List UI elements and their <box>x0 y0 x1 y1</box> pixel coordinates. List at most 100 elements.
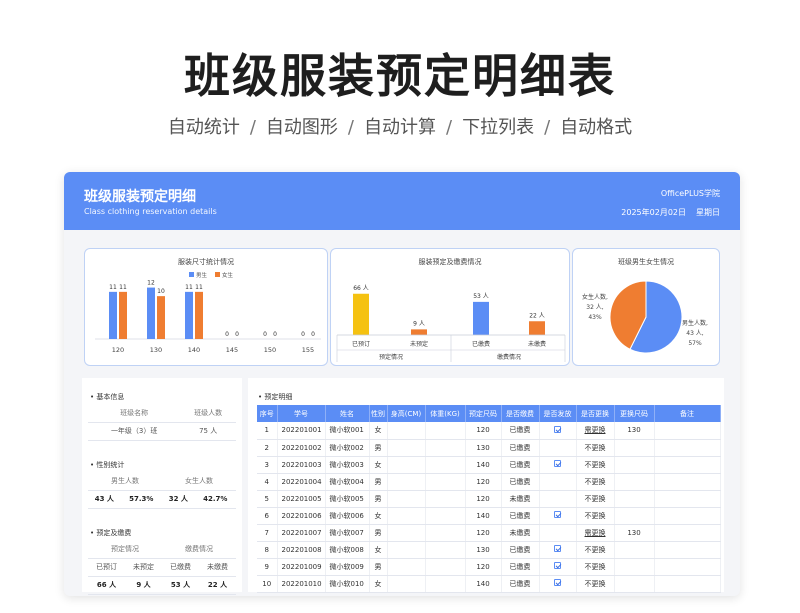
table-cell <box>654 524 721 542</box>
slice-label: 32 人, <box>586 304 604 311</box>
column-header[interactable]: 是否发放 <box>539 405 577 422</box>
data-label: 12 <box>147 280 155 287</box>
slice-label: 男生人数, <box>682 319 708 327</box>
checkbox-checked[interactable] <box>554 511 561 518</box>
column-header[interactable]: 预定尺码 <box>465 405 502 422</box>
column-header[interactable]: 性别 <box>369 405 388 422</box>
column-header[interactable]: 身高(CM) <box>387 405 426 422</box>
column-header[interactable]: 更换尺码 <box>614 405 655 422</box>
column-header[interactable]: 备注 <box>654 405 721 422</box>
table-cell: 微小软007 <box>325 524 370 542</box>
checkbox-checked[interactable] <box>554 545 561 552</box>
org-name: OfficePLUS学院 <box>660 189 720 198</box>
table-cell <box>654 422 721 440</box>
table-cell: 女 <box>369 456 388 474</box>
tick-label: 150 <box>264 346 276 354</box>
table-cell[interactable] <box>539 456 577 474</box>
table-cell: 不更换 <box>576 575 615 593</box>
table-cell[interactable] <box>539 524 577 542</box>
table-cell <box>425 575 466 593</box>
table-cell <box>387 422 426 440</box>
table-cell <box>387 473 426 491</box>
size-chart-panel: 服装尺寸统计情况 男生 女生 11 11 120 12 10 130 11 11 140 0 0 145 0… <box>84 248 328 366</box>
table-cell: 130 <box>465 541 502 559</box>
tick-label: 140 <box>188 346 200 354</box>
data-label: 0 <box>235 331 239 338</box>
separator: / <box>446 117 453 138</box>
slice-label: 57% <box>688 340 702 347</box>
size-bar-chart: 男生 女生11 11120121013011 111400 01450 01500 0155 <box>95 271 321 354</box>
unbooked-count: 9 人 <box>125 576 162 595</box>
slice-label: 43% <box>588 314 602 321</box>
table-cell[interactable] <box>539 473 577 491</box>
table-cell <box>425 422 466 440</box>
tick-label: 已缴费 <box>472 340 490 348</box>
table-cell: 不更换 <box>576 558 615 576</box>
table-cell: 已缴费 <box>501 422 540 440</box>
table-cell[interactable] <box>539 541 577 559</box>
header-cell: 男生人数 <box>88 472 162 491</box>
table-cell <box>387 507 426 525</box>
table-cell <box>654 490 721 508</box>
table-cell <box>614 456 655 474</box>
table-cell: 不更换 <box>576 456 615 474</box>
table-cell[interactable] <box>539 439 577 457</box>
header-cell: 女生人数 <box>161 472 236 491</box>
table-cell <box>425 507 466 525</box>
separator: / <box>249 117 256 138</box>
column-header[interactable]: 学号 <box>277 405 326 422</box>
table-cell <box>425 473 466 491</box>
table-cell <box>614 507 655 525</box>
table-row: 4 202201004 微小软004 男 120 已缴费 不更换 <box>257 473 721 491</box>
feature-list: 自动统计 / 自动图形 / 自动计算 / 下拉列表 / 自动格式 <box>0 113 800 139</box>
checkbox-checked[interactable] <box>554 579 561 586</box>
column-header[interactable]: 序号 <box>257 405 278 422</box>
checkbox-checked[interactable] <box>554 562 561 569</box>
card-header: 班级服装预定明细 Class clothing reservation deta… <box>64 172 740 230</box>
table-cell: 已缴费 <box>501 541 540 559</box>
table-cell: 不更换 <box>576 541 615 559</box>
tick-label: 130 <box>150 346 162 354</box>
table-row: 9 202201009 微小软009 男 120 已缴费 不更换 <box>257 558 721 576</box>
table-cell <box>614 541 655 559</box>
tick-label: 145 <box>226 346 238 354</box>
table-cell: 9 <box>257 558 278 576</box>
table-row: 7 202201007 微小软007 男 120 未缴费 需更换 130 <box>257 524 721 542</box>
table-cell <box>614 473 655 491</box>
table-cell: 120 <box>465 490 502 508</box>
checkbox-checked[interactable] <box>554 460 561 467</box>
table-cell <box>387 558 426 576</box>
table-cell: 2 <box>257 439 278 457</box>
table-cell[interactable] <box>539 507 577 525</box>
data-label: 11 <box>195 284 203 291</box>
bar <box>147 287 155 339</box>
table-cell: 202201005 <box>277 490 326 508</box>
column-header[interactable]: 是否更换 <box>576 405 615 422</box>
header-cell: 已缴费 <box>162 558 199 577</box>
checkbox-checked[interactable] <box>554 425 561 433</box>
table-cell <box>614 439 655 457</box>
table-cell[interactable] <box>539 422 577 440</box>
section-title-detail: • 预定明细 <box>258 393 293 401</box>
bar <box>185 291 193 339</box>
column-header[interactable]: 是否缴费 <box>501 405 540 422</box>
female-count: 32 人 <box>161 490 195 509</box>
separator: / <box>544 117 551 138</box>
table-row: 8 202201008 微小软008 女 130 已缴费 不更换 <box>257 541 721 559</box>
bar <box>473 301 489 335</box>
table-cell: 202201004 <box>277 473 326 491</box>
table-cell[interactable] <box>539 490 577 508</box>
table-cell: 202201001 <box>277 422 326 440</box>
table-row: 6 202201006 微小软006 女 140 已缴费 不更换 <box>257 507 721 525</box>
column-header[interactable]: 姓名 <box>325 405 370 422</box>
table-cell[interactable] <box>539 575 577 593</box>
table-cell: 4 <box>257 473 278 491</box>
table-cell[interactable] <box>539 558 577 576</box>
table-cell: 不更换 <box>576 473 615 491</box>
table-cell: 130 <box>614 524 655 542</box>
column-header[interactable]: 体重(KG) <box>425 405 466 422</box>
table-cell <box>425 490 466 508</box>
paid-count: 53 人 <box>162 576 199 595</box>
table-cell: 202201010 <box>277 575 326 593</box>
table-cell: 202201007 <box>277 524 326 542</box>
